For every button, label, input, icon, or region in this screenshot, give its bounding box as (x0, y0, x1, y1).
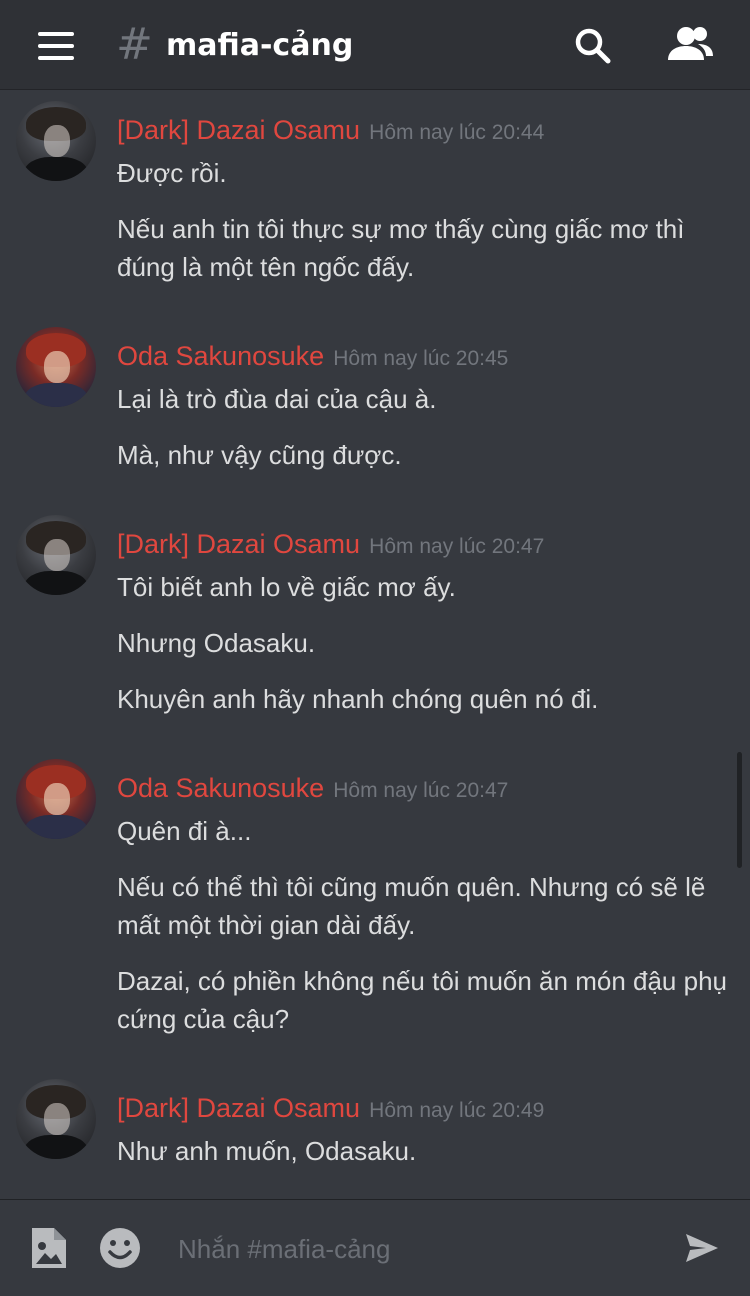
members-icon[interactable] (664, 24, 716, 66)
message-line: Lại là trò đùa dai của cậu à. (117, 384, 437, 414)
message-content: Dazai, có phiền không nếu tôi muốn ăn mó… (117, 962, 727, 1038)
message-line: Nếu có thể thì tôi cũng muốn quên. Nhưng… (117, 872, 706, 940)
message-header: [Dark] Dazai Osamu Hôm nay lúc 20:47 (117, 529, 544, 560)
message-line: Như anh muốn, Odasaku. (117, 1136, 417, 1166)
message-content: Lại là trò đùa dai của cậu à. (117, 380, 727, 418)
message-line: Tôi biết anh lo về giấc mơ ấy. (117, 572, 456, 602)
message-timestamp: Hôm nay lúc 20:44 (369, 121, 545, 144)
message-line: Mà, như vậy cũng được. (117, 440, 402, 470)
message-line: Quên đi à... (117, 816, 252, 846)
author-name[interactable]: [Dark] Dazai Osamu (117, 115, 360, 145)
channel-header: # mafia-cảng (0, 0, 750, 90)
message-timestamp: Hôm nay lúc 20:45 (333, 347, 509, 370)
message-header: Oda Sakunosuke Hôm nay lúc 20:47 (117, 773, 508, 804)
message-line: Dazai, có phiền không nếu tôi muốn ăn mó… (117, 966, 727, 1034)
message-content: Khuyên anh hãy nhanh chóng quên nó đi. (117, 680, 727, 718)
message-list[interactable]: [Dark] Dazai Osamu Hôm nay lúc 20:44 Đượ… (0, 91, 750, 1199)
message-content: Quên đi à... (117, 812, 727, 850)
message-header: Oda Sakunosuke Hôm nay lúc 20:45 (117, 341, 508, 372)
message-content: Tôi biết anh lo về giấc mơ ấy. (117, 568, 727, 606)
oda-avatar[interactable] (16, 327, 96, 407)
emoji-icon[interactable] (98, 1226, 142, 1270)
dazai-avatar[interactable] (16, 1079, 96, 1159)
author-name[interactable]: Oda Sakunosuke (117, 341, 324, 371)
message-input[interactable] (160, 1222, 660, 1276)
message-content: Nếu có thể thì tôi cũng muốn quên. Nhưng… (117, 868, 727, 944)
message-header: [Dark] Dazai Osamu Hôm nay lúc 20:49 (117, 1093, 544, 1124)
message-content: Nhưng Odasaku. (117, 624, 727, 662)
menu-icon[interactable] (30, 28, 82, 64)
message-timestamp: Hôm nay lúc 20:49 (369, 1099, 545, 1122)
message-line: Được rồi. (117, 158, 227, 188)
message-content: Nếu anh tin tôi thực sự mơ thấy cùng giấ… (117, 210, 727, 286)
author-name[interactable]: [Dark] Dazai Osamu (117, 529, 360, 559)
search-icon[interactable] (572, 26, 616, 66)
dazai-avatar[interactable] (16, 515, 96, 595)
message-content: Mà, như vậy cũng được. (117, 436, 727, 474)
message-timestamp: Hôm nay lúc 20:47 (333, 779, 509, 802)
author-name[interactable]: Oda Sakunosuke (117, 773, 324, 803)
dazai-avatar[interactable] (16, 101, 96, 181)
message-timestamp: Hôm nay lúc 20:47 (369, 535, 545, 558)
message-header: [Dark] Dazai Osamu Hôm nay lúc 20:44 (117, 115, 544, 146)
message-line: Khuyên anh hãy nhanh chóng quên nó đi. (117, 684, 599, 714)
oda-avatar[interactable] (16, 759, 96, 839)
message-content: Như anh muốn, Odasaku. (117, 1132, 727, 1170)
channel-title: mafia-cảng (166, 28, 354, 63)
hash-icon: # (116, 19, 153, 70)
image-icon[interactable] (28, 1226, 68, 1270)
author-name[interactable]: [Dark] Dazai Osamu (117, 1093, 360, 1123)
message-line: Nếu anh tin tôi thực sự mơ thấy cùng giấ… (117, 214, 685, 282)
message-content: Được rồi. (117, 154, 727, 192)
message-composer (0, 1199, 750, 1296)
message-line: Nhưng Odasaku. (117, 628, 316, 658)
send-icon[interactable] (684, 1230, 720, 1266)
scrollbar-thumb[interactable] (737, 752, 742, 868)
